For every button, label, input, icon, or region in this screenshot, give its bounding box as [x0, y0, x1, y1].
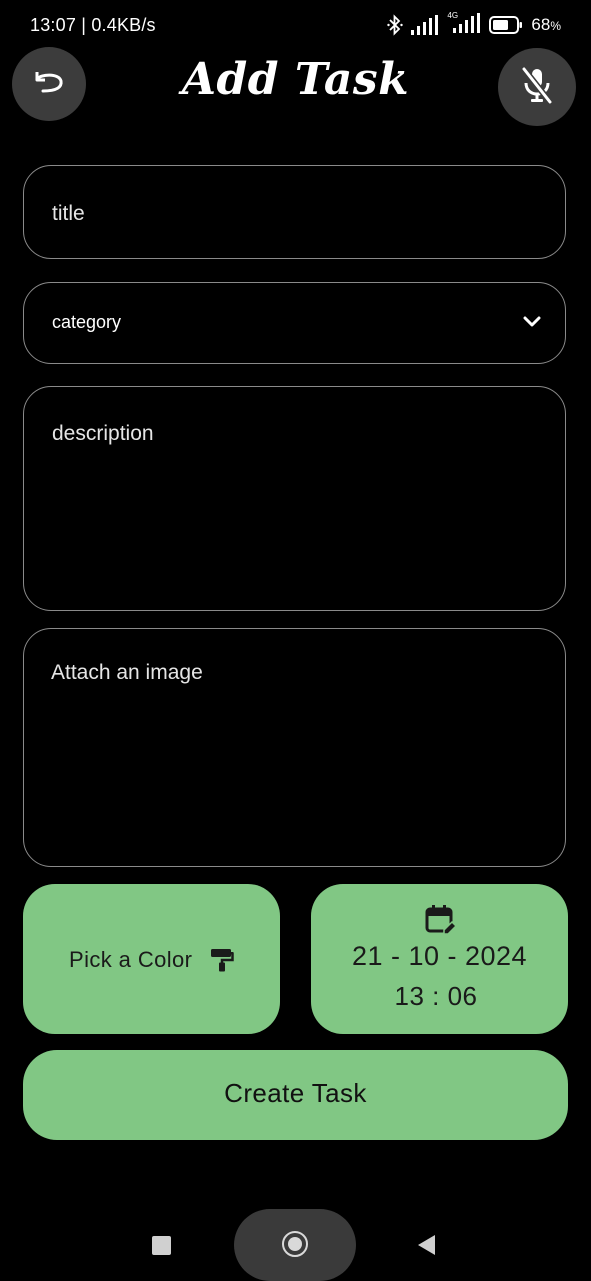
battery-icon	[489, 16, 523, 34]
title-placeholder: title	[52, 202, 85, 225]
create-task-label: Create Task	[224, 1078, 367, 1108]
status-time-speed: 13:07 | 0.4KB/s	[30, 15, 156, 35]
create-task-button[interactable]: Create Task	[23, 1050, 568, 1140]
system-nav-bar	[0, 1205, 591, 1281]
chevron-down-icon	[523, 315, 541, 333]
mic-off-icon	[520, 66, 554, 109]
header: Add Task	[0, 44, 591, 132]
battery-percent-suffix: %	[550, 19, 561, 33]
description-input[interactable]: description	[23, 386, 566, 611]
pick-color-label: Pick a Color	[69, 947, 193, 972]
attach-image-area[interactable]: Attach an image	[23, 628, 566, 867]
voice-input-button[interactable]	[498, 48, 576, 126]
paint-roller-icon	[209, 947, 235, 978]
selected-date: 21 - 10 - 2024	[351, 941, 528, 971]
signal-4g-icon: 4G	[447, 10, 481, 38]
bluetooth-icon	[387, 14, 404, 36]
selected-time: 13 : 06	[394, 981, 478, 1011]
square-icon[interactable]	[152, 1236, 171, 1255]
category-dropdown[interactable]: category	[23, 282, 566, 364]
status-icons: 4G 68%	[387, 10, 561, 38]
date-time-button[interactable]: 21 - 10 - 2024 13 : 06	[311, 884, 568, 1034]
attach-image-label: Attach an image	[51, 661, 203, 684]
triangle-back-icon[interactable]	[417, 1234, 437, 1261]
title-input[interactable]: title	[23, 165, 566, 259]
battery-percent: 68%	[531, 15, 561, 35]
pick-color-button[interactable]: Pick a Color	[23, 884, 280, 1034]
battery-percent-value: 68	[531, 15, 551, 34]
signal-icon	[411, 15, 439, 35]
calendar-edit-icon	[425, 904, 458, 941]
description-placeholder: description	[52, 422, 154, 445]
network-type-label: 4G	[447, 10, 459, 20]
home-dot	[288, 1237, 302, 1251]
category-placeholder: category	[52, 312, 122, 332]
